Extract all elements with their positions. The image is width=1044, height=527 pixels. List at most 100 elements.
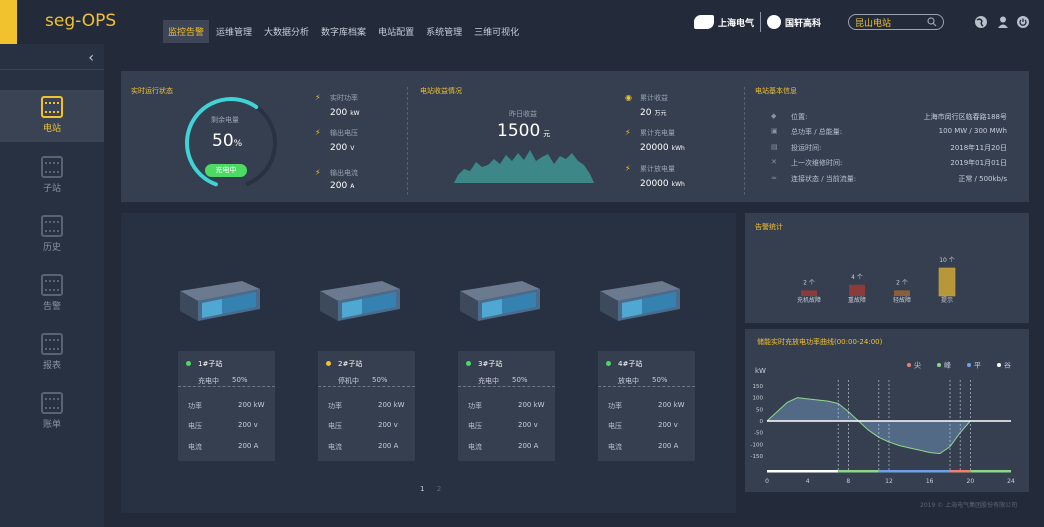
nav-system[interactable]: 系统管理: [421, 20, 467, 43]
y-tick-label: 50: [756, 407, 763, 413]
status-dot: [466, 361, 471, 366]
coin-icon: ◉: [625, 93, 632, 102]
legend-dot: [937, 363, 941, 367]
sidebar-item-substation[interactable]: 子站: [0, 150, 104, 202]
y-tick-label: -150: [751, 454, 764, 460]
substation-name: 2#子站: [338, 360, 363, 368]
power-icon[interactable]: [1016, 15, 1030, 29]
sidebar-item-bill[interactable]: 账单: [0, 386, 104, 438]
calendar-icon: [41, 96, 63, 118]
status-title: 实时运行状态: [131, 87, 173, 95]
sidebar-item-alarm[interactable]: 告警: [0, 268, 104, 320]
alarm-label: 重故障: [848, 296, 866, 304]
row-voltage: 电压 200 v: [468, 421, 538, 430]
nav-3d[interactable]: 三维可视化: [469, 20, 524, 43]
nav-operations[interactable]: 运维管理: [211, 20, 257, 43]
brand-logos: 上海电气 国轩高科: [694, 12, 821, 32]
sidebar-item-history[interactable]: 历史: [0, 209, 104, 261]
substation-state: 停机中: [338, 377, 359, 385]
brand-shanghai-electric: 上海电气: [694, 15, 754, 29]
legend-label: 峰: [944, 361, 951, 370]
bolt-icon: ⚡: [315, 168, 321, 177]
alarm-panel: 告警统计 2 个充机故障 4 个重故障 2 个轻故障 10 个提示: [745, 213, 1029, 323]
sidebar-collapse[interactable]: ‹: [0, 48, 104, 70]
substation-state: 充电中: [198, 377, 219, 385]
row-current: 电流 200 A: [328, 442, 399, 451]
brand-accent: [0, 0, 17, 44]
page-2[interactable]: 2: [437, 485, 441, 493]
substation-card[interactable]: 4#子站 放电中 50% 功率 200 kW 电压 200 v 电流 200 A: [598, 351, 695, 461]
substation-card[interactable]: 1#子站 充电中 50% 功率 200 kW 电压 200 v 电流 200 A: [178, 351, 275, 461]
substation-state: 充电中: [478, 377, 499, 385]
charging-badge: 充电中: [205, 164, 247, 177]
y-tick-label: -50: [754, 431, 763, 437]
bolt-icon: ⚡: [625, 128, 631, 137]
user-icon[interactable]: [996, 15, 1010, 29]
substation-card[interactable]: 3#子站 充电中 50% 功率 200 kW 电压 200 v 电流 200 A: [458, 351, 555, 461]
y-tick-label: -100: [751, 442, 764, 448]
bolt-icon: ⚡: [625, 164, 631, 173]
calendar-icon: [41, 333, 63, 355]
footer: 2019 © 上海电气集团股份有限公司: [920, 502, 1018, 509]
substation-card[interactable]: 2#子站 停机中 50% 功率 200 kW 电压 200 v 电流 200 A: [318, 351, 415, 461]
main-nav: 监控告警 运维管理 大数据分析 数字库档案 电站配置 系统管理 三维可视化: [163, 20, 526, 43]
alarm-count: 2 个: [803, 279, 815, 286]
station-search-value: 昆山电站: [855, 18, 892, 29]
x-tick-label: 24: [1007, 478, 1015, 485]
row-power: 功率 200 kW: [328, 401, 405, 410]
globe-icon[interactable]: [974, 15, 988, 29]
sidebar-item-report[interactable]: 报表: [0, 327, 104, 379]
calendar-icon: ▤: [771, 143, 778, 151]
app-logo[interactable]: seg-OPS: [45, 11, 116, 31]
yesterday-revenue-value: 1500 元: [497, 121, 551, 141]
row-current: 电流 200 A: [468, 442, 539, 451]
x-tick-label: 0: [765, 478, 769, 485]
row-voltage: 电压 200 v: [188, 421, 258, 430]
chevron-left-icon[interactable]: ‹: [88, 50, 94, 66]
alarm-chart: 2 个充机故障 4 个重故障 2 个轻故障 10 个提示: [797, 257, 956, 304]
building-icon: ▣: [771, 127, 778, 135]
substation-soc: 50%: [652, 376, 668, 384]
alarm-label: 提示: [941, 296, 953, 304]
battery-container-image: [600, 281, 680, 321]
period-bar: [878, 470, 950, 473]
period-bar: [970, 470, 1011, 473]
power-curve-chart: 尖 峰 平 谷 kW 150 100 50 0 -50 -100 -150 0 4 8 12 16 20 24: [751, 361, 1015, 486]
alarm-label: 轻故障: [893, 296, 911, 304]
nav-monitor[interactable]: 监控告警: [163, 20, 210, 43]
y-tick-label: 150: [753, 384, 764, 390]
period-bar: [950, 470, 971, 473]
nav-archive[interactable]: 数字库档案: [316, 20, 371, 43]
x-tick-label: 12: [885, 478, 893, 485]
sidebar-item-station[interactable]: 电站: [0, 90, 104, 142]
page-1[interactable]: 1: [420, 485, 424, 493]
nav-station-config[interactable]: 电站配置: [373, 20, 419, 43]
info-last-maintenance: ✕ 上一次维修时间: 2019年01月01日: [771, 158, 1007, 170]
revenue-title: 电站收益情况: [420, 87, 462, 95]
calendar-icon: [41, 215, 63, 237]
substation-state: 放电中: [618, 377, 639, 385]
divider: [407, 87, 408, 195]
x-tick-label: 20: [967, 478, 975, 485]
alarm-count: 10 个: [939, 257, 955, 264]
alarm-count: 4 个: [851, 274, 863, 281]
revenue-sparkline: [454, 150, 594, 183]
search-icon[interactable]: [927, 17, 937, 27]
brand-gotion: 国轩高科: [767, 15, 821, 29]
row-voltage: 电压 200 v: [608, 421, 678, 430]
y-tick-label: 0: [760, 419, 764, 425]
sidebar: ‹ 电站 子站 历史 告警 报表 账单: [0, 44, 104, 527]
substation-soc: 50%: [372, 376, 388, 384]
x-tick-label: 16: [926, 478, 934, 485]
station-search[interactable]: 昆山电站: [848, 14, 944, 30]
alarm-bar: [849, 284, 865, 296]
row-power: 功率 200 kW: [188, 401, 265, 410]
shanghai-electric-logo-icon: [694, 15, 714, 29]
alarm-bar: [801, 290, 817, 296]
alarm-count: 2 个: [896, 279, 908, 286]
bolt-icon: ⚡: [315, 93, 321, 102]
nav-bigdata[interactable]: 大数据分析: [259, 20, 314, 43]
battery-container-image: [460, 281, 540, 321]
info-commission-date: ▤ 投运时间: 2018年11月20日: [771, 143, 1007, 155]
legend-dot: [967, 363, 971, 367]
